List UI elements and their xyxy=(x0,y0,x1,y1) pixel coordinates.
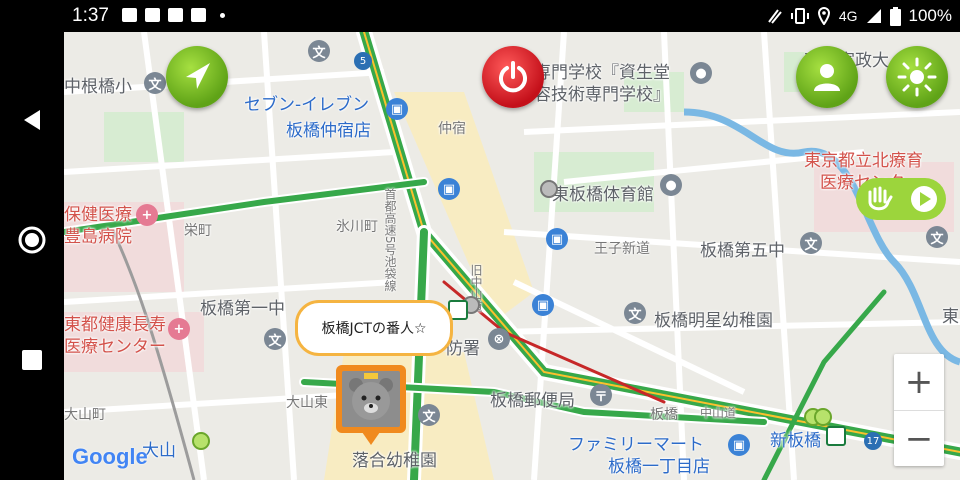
map-view[interactable]: 中根橋小 文 セブン-イレブン 板橋仲宿店 ▣ 文 仲宿 専門学校『資生堂 容技… xyxy=(64,32,960,480)
status-time: 1:37 xyxy=(72,5,109,26)
navigation-arrow-icon xyxy=(186,63,210,89)
post-office-icon: 〒 xyxy=(590,384,612,406)
place-pin-icon: ● xyxy=(660,174,682,196)
map-label-seven-eleven-branch: 板橋仲宿店 xyxy=(286,121,371,141)
signal-icon xyxy=(866,9,881,23)
traffic-marker xyxy=(540,180,558,198)
map-label-choju-line2: 医療センター xyxy=(64,337,166,357)
brightness-button[interactable] xyxy=(886,46,948,108)
map-label-oyamacho: 大山町 xyxy=(64,407,106,423)
battery-level: 100% xyxy=(908,6,952,25)
map-label-higashi: 東 xyxy=(942,307,959,327)
voicemail-icon xyxy=(168,8,183,22)
zoom-in-button[interactable]: + xyxy=(894,354,944,411)
map-label-oji-shindo: 王子新道 xyxy=(594,241,650,257)
location-icon xyxy=(817,7,830,25)
home-circle-icon xyxy=(18,226,46,254)
school-icon: 文 xyxy=(926,226,948,248)
map-label-school: 中根橋小 xyxy=(64,77,132,97)
gmail-icon xyxy=(145,8,160,22)
school-icon: 文 xyxy=(418,404,440,426)
hand-play-button[interactable] xyxy=(856,178,946,220)
map-label-family-mart-line2: 板橋一丁目店 xyxy=(608,457,710,477)
back-triangle-icon xyxy=(24,110,40,130)
map-label-gym: 東板橋体育館 xyxy=(552,185,654,205)
store-icon: ▣ xyxy=(728,434,750,456)
map-label-nakasendo: 中山道 xyxy=(700,406,737,420)
google-logo-text: Google xyxy=(72,444,148,469)
speech-bubble-text: 板橋JCTの番人☆ xyxy=(321,321,427,337)
person-icon xyxy=(814,64,840,91)
traffic-marker xyxy=(814,408,832,426)
bear-pointer xyxy=(362,432,380,445)
status-bar: 1:37 4G 100% xyxy=(0,0,960,32)
network-type: 4G xyxy=(838,8,858,24)
school-icon: 文 xyxy=(624,302,646,324)
station-icon xyxy=(826,426,846,446)
sun-icon xyxy=(897,57,937,97)
map-label-kenko-line2: 豊島病院 xyxy=(64,227,132,247)
status-left-icons xyxy=(122,8,225,22)
map-label-post-office: 板橋郵便局 xyxy=(490,391,575,411)
zoom-controls: + − xyxy=(894,354,944,466)
image-icon xyxy=(122,8,137,22)
traffic-marker xyxy=(192,432,210,450)
back-button[interactable] xyxy=(16,104,48,136)
store-icon: ▣ xyxy=(438,178,460,200)
hand-icon xyxy=(868,186,892,211)
recents-button[interactable] xyxy=(16,344,48,376)
photo-icon xyxy=(191,8,206,22)
map-label-school-line2: 容技術専門学校』 xyxy=(534,85,670,105)
hospital-icon: + xyxy=(136,204,158,226)
bear-face xyxy=(342,371,400,427)
map-label-itabashi-1st: 板橋第一中 xyxy=(200,299,285,319)
school-icon: 文 xyxy=(308,40,330,62)
map-label-oyama-higashi: 大山東 xyxy=(286,395,328,411)
school-icon: 文 xyxy=(144,72,166,94)
navigation-bar xyxy=(0,32,64,480)
bear-icon xyxy=(349,373,393,420)
profile-button[interactable] xyxy=(796,46,858,108)
speech-bubble: 板橋JCTの番人☆ xyxy=(295,300,453,356)
navigate-button[interactable] xyxy=(166,46,228,108)
hospital-icon: + xyxy=(168,318,190,340)
place-pin-icon: ● xyxy=(690,62,712,84)
fire-station-icon: ⊗ xyxy=(488,328,510,350)
nfc-icon xyxy=(768,9,782,24)
map-label-ochiai: 落合幼稚園 xyxy=(352,451,437,471)
power-icon xyxy=(499,61,527,93)
play-icon xyxy=(910,186,937,212)
map-label-itabashi-5th: 板橋第五中 xyxy=(700,241,785,261)
map-label-itabashi-small: 板橋 xyxy=(650,407,678,423)
home-button[interactable] xyxy=(16,224,48,256)
zoom-out-button[interactable]: − xyxy=(894,411,944,467)
school-icon: 文 xyxy=(800,232,822,254)
more-notifications-dot xyxy=(220,12,225,18)
status-right: 4G 100% xyxy=(765,6,952,26)
store-icon: ▣ xyxy=(532,294,554,316)
store-icon: ▣ xyxy=(546,228,568,250)
map-label-expressway: 首都高速5号池袋線 xyxy=(383,188,397,292)
highway-shield: 17 xyxy=(864,432,882,450)
map-label-nakajuku: 仲宿 xyxy=(438,121,466,137)
power-button[interactable] xyxy=(482,46,544,108)
recents-square-icon xyxy=(22,350,42,370)
battery-icon xyxy=(889,6,901,26)
map-label-hikawacho: 氷川町 xyxy=(336,219,378,235)
google-logo: Google xyxy=(72,444,148,470)
highway-shield: 5 xyxy=(354,52,372,70)
school-icon: 文 xyxy=(264,328,286,350)
map-label-meisei: 板橋明星幼稚園 xyxy=(654,311,773,331)
bear-avatar[interactable] xyxy=(336,365,406,433)
map-label-shin-itabashi: 新板橋 xyxy=(770,431,821,451)
store-icon: ▣ xyxy=(386,98,408,120)
vibrate-icon xyxy=(790,8,809,24)
map-label-sakaecho: 栄町 xyxy=(184,223,212,239)
map-label-seven-eleven: セブン-イレブン xyxy=(244,95,370,115)
